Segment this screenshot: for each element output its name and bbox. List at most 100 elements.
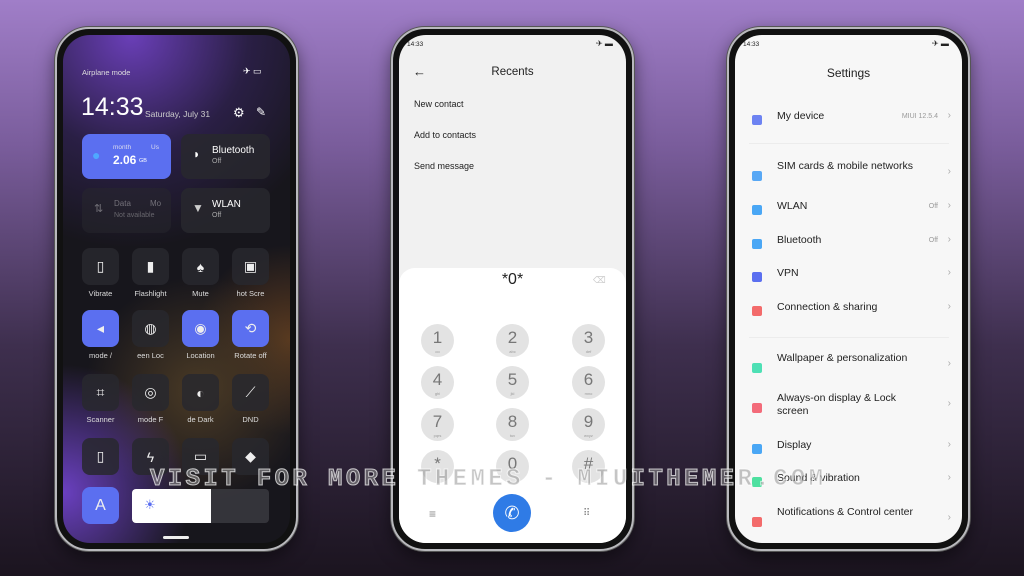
toggle-reading-mode[interactable]: ◎ [132,374,169,411]
rotate-icon: ⟲ [244,320,257,336]
settings-item[interactable]: My device MIUI 12.5.4 › [735,110,962,130]
key-8[interactable]: 9 wxyz [572,408,605,441]
status-text: Airplane mode [82,68,131,77]
direction-icon: ◆ [245,448,256,464]
screenshot-icon: ▣ [243,258,258,274]
edit-icon[interactable]: ✎ [256,105,266,119]
settings-item[interactable]: Notifications & Control center › [735,506,962,532]
key-3[interactable]: 4 ghi [421,366,454,399]
settings-item-icon [752,272,762,282]
key-digit: 2 [507,328,518,347]
data-usage-tile[interactable]: ● month Us 2.06 GB [82,134,171,179]
toggle-battery-saver[interactable]: ▯ [82,438,119,475]
key-2[interactable]: 3 def [572,324,605,357]
settings-item[interactable]: Always-on display & Lock screen › [735,392,962,418]
toggle-dark-mode[interactable]: ◐ [182,374,219,411]
key-4[interactable]: 5 jkl [496,366,529,399]
airplane-battery-icon: ✈ ▬ [596,39,613,48]
chevron-right-icon: › [947,398,951,409]
toggle-dnd[interactable]: ⟋ [232,374,269,411]
battery-saver-icon: ▯ [96,448,105,464]
settings-item-value: Off [928,237,938,244]
settings-item[interactable]: VPN › [735,267,962,287]
settings-item[interactable]: WLAN Off › [735,200,962,220]
toggle-label: DND [242,415,259,424]
option-1[interactable]: Add to contacts [414,130,476,140]
toggle-fingerprint[interactable]: ◍ [132,310,169,347]
key-1[interactable]: 2 abc [496,324,529,357]
location-icon: ◉ [194,320,207,336]
key-digit: 3 [583,328,594,347]
dark-mode-icon: ◐ [196,384,205,401]
settings-item-icon [752,306,762,316]
data-label-b: Us [151,144,159,151]
toggle-label: Vibrate [88,289,113,298]
settings-item-label: Notifications & Control center [777,506,913,518]
option-2[interactable]: Send message [414,161,474,171]
toggle-location[interactable]: ◉ [182,310,219,347]
bell-icon: ♠ [196,258,205,275]
settings-item-label: Display [777,439,812,451]
toggle-vibrate[interactable]: ▯ [82,248,119,285]
settings-item[interactable]: Bluetooth Off › [735,234,962,254]
mobile-data-state: Not available [114,212,155,219]
backspace-icon[interactable]: ⌫ [593,275,606,286]
brightness-fill: ☀ [132,489,211,523]
toggle-label: de Dark [187,415,214,424]
gear-icon[interactable]: ⚙ [233,105,245,121]
toggle-screenshot[interactable]: ▣ [232,248,269,285]
home-indicator[interactable] [163,536,189,539]
cast-icon: ▭ [193,448,208,464]
mobile-data-label: Data [114,199,131,208]
settings-item-icon [752,444,762,454]
toggle-bell[interactable]: ♠ [182,248,219,285]
brightness-slider[interactable]: ☀ [132,489,269,523]
settings-item-icon [752,171,762,181]
flashlight-icon: ▮ [146,258,155,274]
settings-item-label: Connection & sharing [777,301,878,313]
dialpad-panel: *0* ⌫ 1 oo 2 abc 3 def 4 ghi 5 jkl 6 mno 7 pqrs 8 tuv 9 w… [399,268,626,543]
toggle-scanner[interactable]: ⌗ [82,374,119,411]
toggle-label: Flashlight [134,289,167,298]
wlan-tile[interactable]: ▼ WLAN Off [181,188,270,233]
settings-item-label: VPN [777,267,799,279]
dnd-icon: ⟋ [245,384,256,400]
settings-item[interactable]: Connection & sharing › [735,301,962,321]
key-0[interactable]: 1 oo [421,324,454,357]
data-arrows-icon: ⇅ [94,203,104,215]
toggle-label: Scanner [86,415,115,424]
toggle-label: Mute [192,289,209,298]
wlan-state: Off [212,212,222,219]
toggle-label: Location [186,351,215,360]
toggle-flashlight[interactable]: ▮ [132,248,169,285]
settings-item[interactable]: SIM cards & mobile networks › [735,160,962,186]
clock: 14:33 [81,93,144,121]
settings-item[interactable]: Wallpaper & personalization › [735,352,962,378]
key-digit: 5 [507,370,518,389]
toggle-airplane[interactable]: ◂ [82,310,119,347]
chevron-right-icon: › [947,267,951,278]
wlan-title: WLAN [212,199,241,210]
auto-brightness-button[interactable]: A [82,487,119,524]
settings-item[interactable]: Display › [735,439,962,459]
key-letters: ghi [434,391,441,396]
option-0[interactable]: New contact [414,99,464,109]
key-6[interactable]: 7 pqrs [421,408,454,441]
toggle-rotate[interactable]: ⟲ [232,310,269,347]
reading-mode-icon: ◎ [144,384,157,400]
data-value: 2.06 [113,153,137,167]
settings-item-icon [752,239,762,249]
bluetooth-state: Off [212,158,222,165]
settings-item-icon [752,517,762,527]
toggle-label: een Loc [137,351,164,360]
dialpad-icon[interactable]: ⠿ [583,508,590,519]
key-7[interactable]: 8 tuv [496,408,529,441]
call-button[interactable]: ✆ [493,494,531,532]
toggle-label: hot Scre [236,289,265,298]
menu-icon[interactable]: ≡ [429,507,436,521]
key-letters: jkl [510,391,515,396]
mobile-data-tile[interactable]: ⇅ Data Mo Not available [82,188,171,233]
bluetooth-tile[interactable]: ◗ Bluetooth Off [181,134,270,179]
key-5[interactable]: 6 mno [572,366,605,399]
key-letters: abc [509,349,516,354]
